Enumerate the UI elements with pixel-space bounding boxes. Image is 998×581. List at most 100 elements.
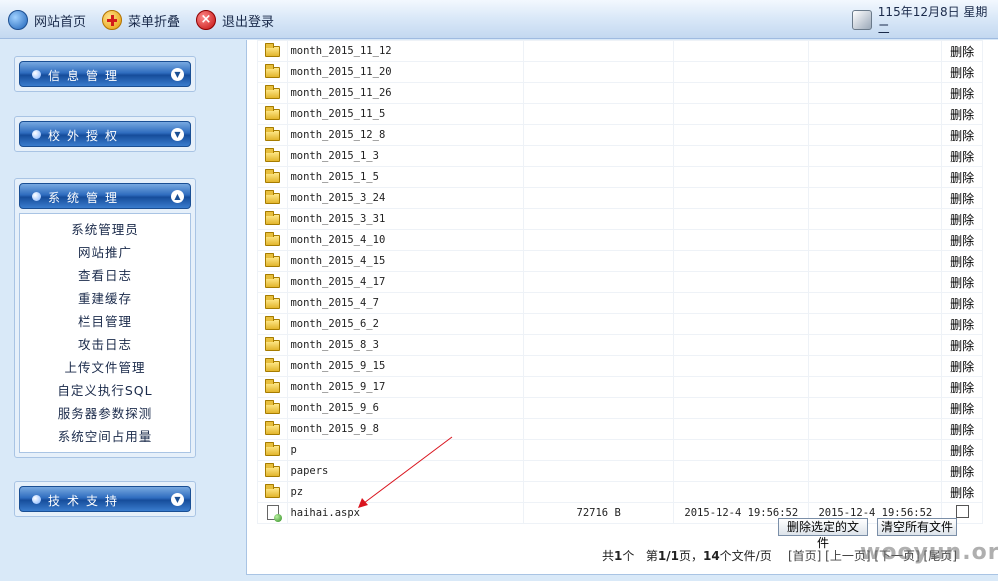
chevron-down-icon[interactable]: ▼ — [171, 128, 184, 141]
modified-cell — [808, 292, 943, 314]
delete-link[interactable]: 删除 — [941, 292, 983, 314]
modified-cell — [808, 460, 943, 482]
sidebar-item-1[interactable]: 网站推广 — [20, 241, 190, 264]
delete-link[interactable]: 删除 — [941, 145, 983, 167]
delete-link[interactable]: 删除 — [941, 376, 983, 398]
folder-icon — [265, 483, 281, 498]
folder-name[interactable]: month_2015_12_8 — [287, 124, 525, 146]
folder-name[interactable]: month_2015_8_3 — [287, 334, 525, 356]
folder-cell — [256, 82, 289, 104]
folder-icon — [265, 63, 281, 78]
panel-header-auth[interactable]: 校外授权 ▼ — [19, 121, 191, 147]
delete-link[interactable]: 删除 — [941, 187, 983, 209]
main-content: month_2015_11_12 删除 month_2015_11_20 删除 mont… — [230, 40, 998, 581]
size-cell — [523, 313, 675, 335]
delete-link[interactable]: 删除 — [941, 439, 983, 461]
folder-name[interactable]: month_2015_11_26 — [287, 82, 525, 104]
home-label: 网站首页 — [34, 14, 87, 30]
delete-link[interactable]: 删除 — [941, 40, 983, 62]
folder-icon — [265, 42, 281, 57]
folder-name[interactable]: month_2015_4_10 — [287, 229, 525, 251]
delete-link[interactable]: 删除 — [941, 418, 983, 440]
folder-name[interactable]: month_2015_1_5 — [287, 166, 525, 188]
sidebar-item-2[interactable]: 查看日志 — [20, 264, 190, 287]
sidebar-item-5[interactable]: 攻击日志 — [20, 333, 190, 356]
table-row: month_2015_4_17 删除 — [256, 271, 983, 293]
folder-name[interactable]: month_2015_9_17 — [287, 376, 525, 398]
folder-name[interactable]: month_2015_4_7 — [287, 292, 525, 314]
folder-name[interactable]: month_2015_6_2 — [287, 313, 525, 335]
folder-name[interactable]: month_2015_4_15 — [287, 250, 525, 272]
folder-icon — [265, 84, 281, 99]
folder-name[interactable]: month_2015_3_31 — [287, 208, 525, 230]
folder-name[interactable]: month_2015_11_20 — [287, 61, 525, 83]
pagination-info: 共1个 第1/1页，14个文件/页 — [602, 547, 772, 564]
folder-name[interactable]: month_2015_9_15 — [287, 355, 525, 377]
size-cell — [523, 418, 675, 440]
created-cell — [673, 418, 810, 440]
table-row: month_2015_8_3 删除 — [256, 334, 983, 356]
size-cell — [523, 187, 675, 209]
folder-icon — [265, 168, 281, 183]
panel-header-support[interactable]: 技术支持 ▼ — [19, 486, 191, 512]
delete-link[interactable]: 删除 — [941, 334, 983, 356]
delete-link[interactable]: 删除 — [941, 397, 983, 419]
created-cell — [673, 229, 810, 251]
delete-link[interactable]: 删除 — [941, 124, 983, 146]
folder-name[interactable]: papers — [287, 460, 525, 482]
folder-icon — [265, 462, 281, 477]
delete-link[interactable]: 删除 — [941, 166, 983, 188]
chevron-down-icon[interactable]: ▼ — [171, 68, 184, 81]
bullet-icon — [32, 70, 41, 79]
sidebar-item-4[interactable]: 栏目管理 — [20, 310, 190, 333]
folder-name[interactable]: p — [287, 439, 525, 461]
delete-link[interactable]: 删除 — [941, 103, 983, 125]
folder-name[interactable]: month_2015_9_6 — [287, 397, 525, 419]
sidebar-item-3[interactable]: 重建缓存 — [20, 287, 190, 310]
home-button[interactable]: 网站首页 — [8, 9, 86, 31]
sidebar-item-6[interactable]: 上传文件管理 — [20, 356, 190, 379]
created-cell — [673, 82, 810, 104]
delete-link[interactable]: 删除 — [941, 82, 983, 104]
table-row: papers 删除 — [256, 460, 983, 482]
top-toolbar: 网站首页 菜单折叠 × 退出登录 115年12月8日 星期二 — [0, 0, 998, 39]
panel-title-support: 技术支持 — [48, 494, 125, 508]
file-checkbox[interactable] — [955, 505, 969, 518]
folder-name[interactable]: month_2015_11_12 — [287, 40, 525, 62]
logout-button[interactable]: × 退出登录 — [196, 9, 274, 31]
panel-title-system: 系统管理 — [48, 191, 125, 205]
folder-name[interactable]: month_2015_11_5 — [287, 103, 525, 125]
delete-link[interactable]: 删除 — [941, 229, 983, 251]
file-name[interactable]: haihai.aspx — [287, 502, 525, 524]
clear-all-button[interactable]: 清空所有文件 — [877, 518, 957, 536]
delete-selected-button[interactable]: 删除选定的文件 — [778, 518, 868, 550]
panel-header-system[interactable]: 系统管理 ▲ — [19, 183, 191, 209]
modified-cell — [808, 481, 943, 503]
folder-name[interactable]: month_2015_9_8 — [287, 418, 525, 440]
folder-name[interactable]: month_2015_3_24 — [287, 187, 525, 209]
folder-name[interactable]: month_2015_1_3 — [287, 145, 525, 167]
chevron-down-icon[interactable]: ▼ — [171, 493, 184, 506]
delete-link[interactable]: 删除 — [941, 250, 983, 272]
folder-name[interactable]: pz — [287, 481, 525, 503]
sidebar-item-9[interactable]: 系统空间占用量 — [20, 425, 190, 448]
delete-link[interactable]: 删除 — [941, 313, 983, 335]
delete-link[interactable]: 删除 — [941, 460, 983, 482]
sidebar-item-0[interactable]: 系统管理员 — [20, 218, 190, 241]
panel-header-info[interactable]: 信息管理 ▼ — [19, 61, 191, 87]
created-cell — [673, 292, 810, 314]
sidebar-item-8[interactable]: 服务器参数探测 — [20, 402, 190, 425]
folder-name[interactable]: month_2015_4_17 — [287, 271, 525, 293]
pager-per-page-value: 14 — [702, 549, 720, 563]
sidebar-item-7[interactable]: 自定义执行SQL — [20, 379, 190, 402]
delete-link[interactable]: 删除 — [941, 481, 983, 503]
bullet-icon — [32, 192, 41, 201]
sidebar-panel-info: 信息管理 ▼ — [14, 56, 196, 92]
delete-link[interactable]: 删除 — [941, 355, 983, 377]
menu-collapse-button[interactable]: 菜单折叠 — [102, 9, 180, 31]
delete-link[interactable]: 删除 — [941, 61, 983, 83]
delete-link[interactable]: 删除 — [941, 271, 983, 293]
delete-link[interactable]: 删除 — [941, 208, 983, 230]
chevron-up-icon[interactable]: ▲ — [171, 190, 184, 203]
logout-label: 退出登录 — [222, 14, 275, 30]
